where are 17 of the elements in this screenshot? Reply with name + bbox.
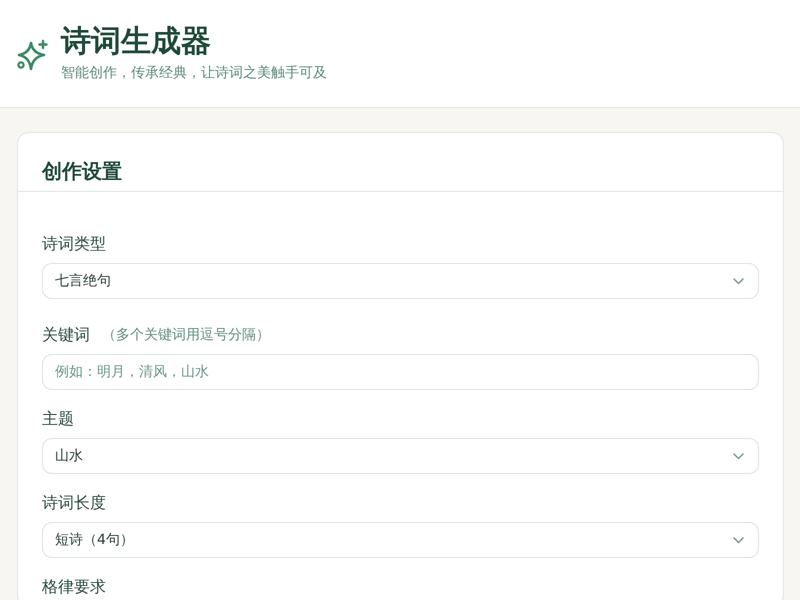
chevron-down-icon bbox=[733, 278, 744, 284]
card-title: 创作设置 bbox=[42, 159, 122, 183]
sparkle-icon bbox=[16, 38, 48, 70]
field-label: 主题 bbox=[42, 409, 74, 429]
chevron-down-icon bbox=[733, 536, 744, 544]
field-label: 诗词长度 bbox=[42, 493, 106, 513]
field-label: 格律要求 bbox=[42, 577, 106, 597]
chevron-down-icon bbox=[733, 452, 744, 460]
select-field[interactable]: 短诗（4句） bbox=[42, 522, 759, 558]
select-field[interactable]: 山水 bbox=[42, 438, 759, 474]
app-title: 诗词生成器 bbox=[61, 24, 212, 60]
field-label: 关键词 bbox=[42, 325, 90, 345]
app-subtitle: 智能创作，传承经典，让诗词之美触手可及 bbox=[61, 64, 327, 83]
field-hint: （多个关键词用逗号分隔） bbox=[102, 326, 270, 345]
field-label: 诗词类型 bbox=[42, 234, 106, 254]
input-field[interactable]: 例如：明月，清风，山水 bbox=[42, 354, 759, 390]
select-field[interactable]: 七言绝句 bbox=[42, 263, 759, 299]
